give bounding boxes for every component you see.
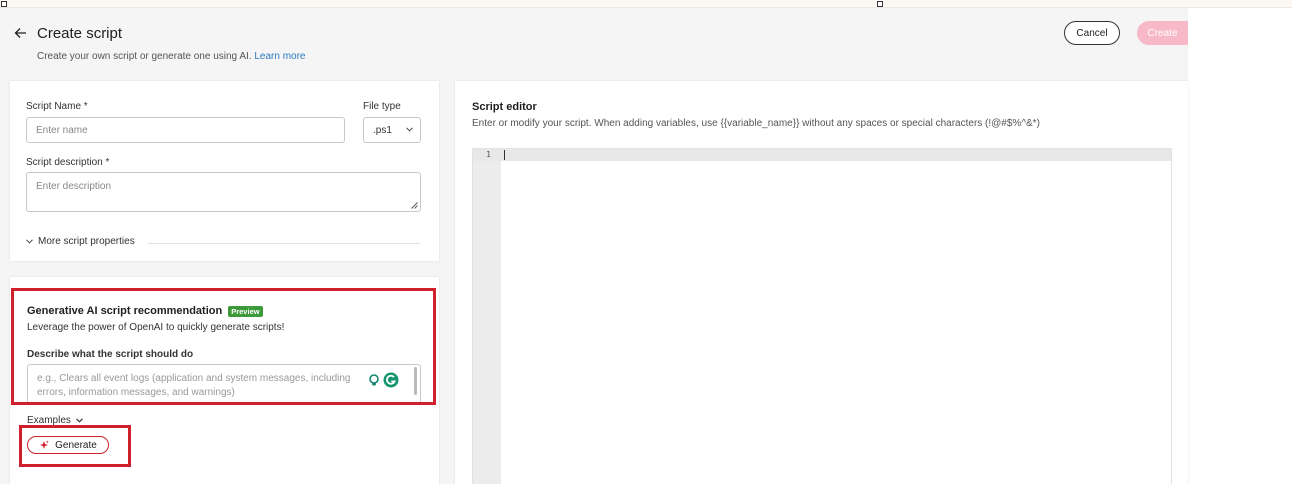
line-number: 1 — [486, 150, 491, 159]
page-title: Create script — [37, 25, 123, 42]
script-editor-title: Script editor — [472, 101, 537, 113]
chevron-down-icon — [26, 239, 33, 244]
create-button[interactable]: Create — [1137, 21, 1188, 45]
file-type-label: File type — [363, 101, 401, 112]
file-type-value: .ps1 — [373, 124, 392, 136]
create-script-page: Create script Create your own script or … — [0, 8, 1188, 484]
text-cursor — [504, 150, 505, 160]
script-name-label: Script Name * — [26, 101, 88, 112]
selection-handle-top-left — [1, 1, 7, 7]
script-properties-card: Script Name * Enter name File type .ps1 … — [10, 81, 439, 261]
annotation-box-generate — [19, 425, 131, 467]
chevron-down-icon — [76, 418, 83, 423]
back-arrow-icon — [14, 28, 26, 38]
script-name-placeholder: Enter name — [36, 124, 88, 136]
subtitle-text: Create your own script or generate one u… — [37, 51, 252, 62]
selection-handle-top-mid — [877, 1, 883, 7]
file-type-select[interactable]: .ps1 — [363, 117, 421, 143]
script-description-label: Script description * — [26, 157, 110, 168]
page-subtitle: Create your own script or generate one u… — [37, 51, 306, 62]
learn-more-link[interactable]: Learn more — [254, 51, 305, 62]
script-editor-description: Enter or modify your script. When adding… — [472, 118, 1040, 129]
section-divider — [148, 243, 420, 244]
code-editor[interactable]: 1 — [472, 148, 1172, 484]
resize-grip-icon[interactable] — [411, 202, 418, 209]
cancel-button[interactable]: Cancel — [1064, 21, 1120, 45]
window-top-strip — [0, 0, 1292, 8]
script-description-textarea[interactable]: Enter description — [26, 172, 421, 212]
line-number-gutter — [473, 149, 501, 484]
more-script-properties-toggle[interactable]: More script properties — [26, 236, 135, 247]
chevron-down-icon — [406, 127, 413, 132]
script-description-placeholder: Enter description — [36, 181, 112, 192]
script-editor-card: Script editor Enter or modify your scrip… — [455, 81, 1188, 484]
script-name-input[interactable]: Enter name — [26, 117, 345, 143]
active-line-highlight — [473, 149, 1171, 161]
annotation-box-ai-section — [11, 288, 436, 405]
back-button[interactable] — [12, 25, 28, 41]
page-header: Create script Create your own script or … — [0, 8, 1188, 82]
more-script-properties-label: More script properties — [38, 236, 135, 247]
